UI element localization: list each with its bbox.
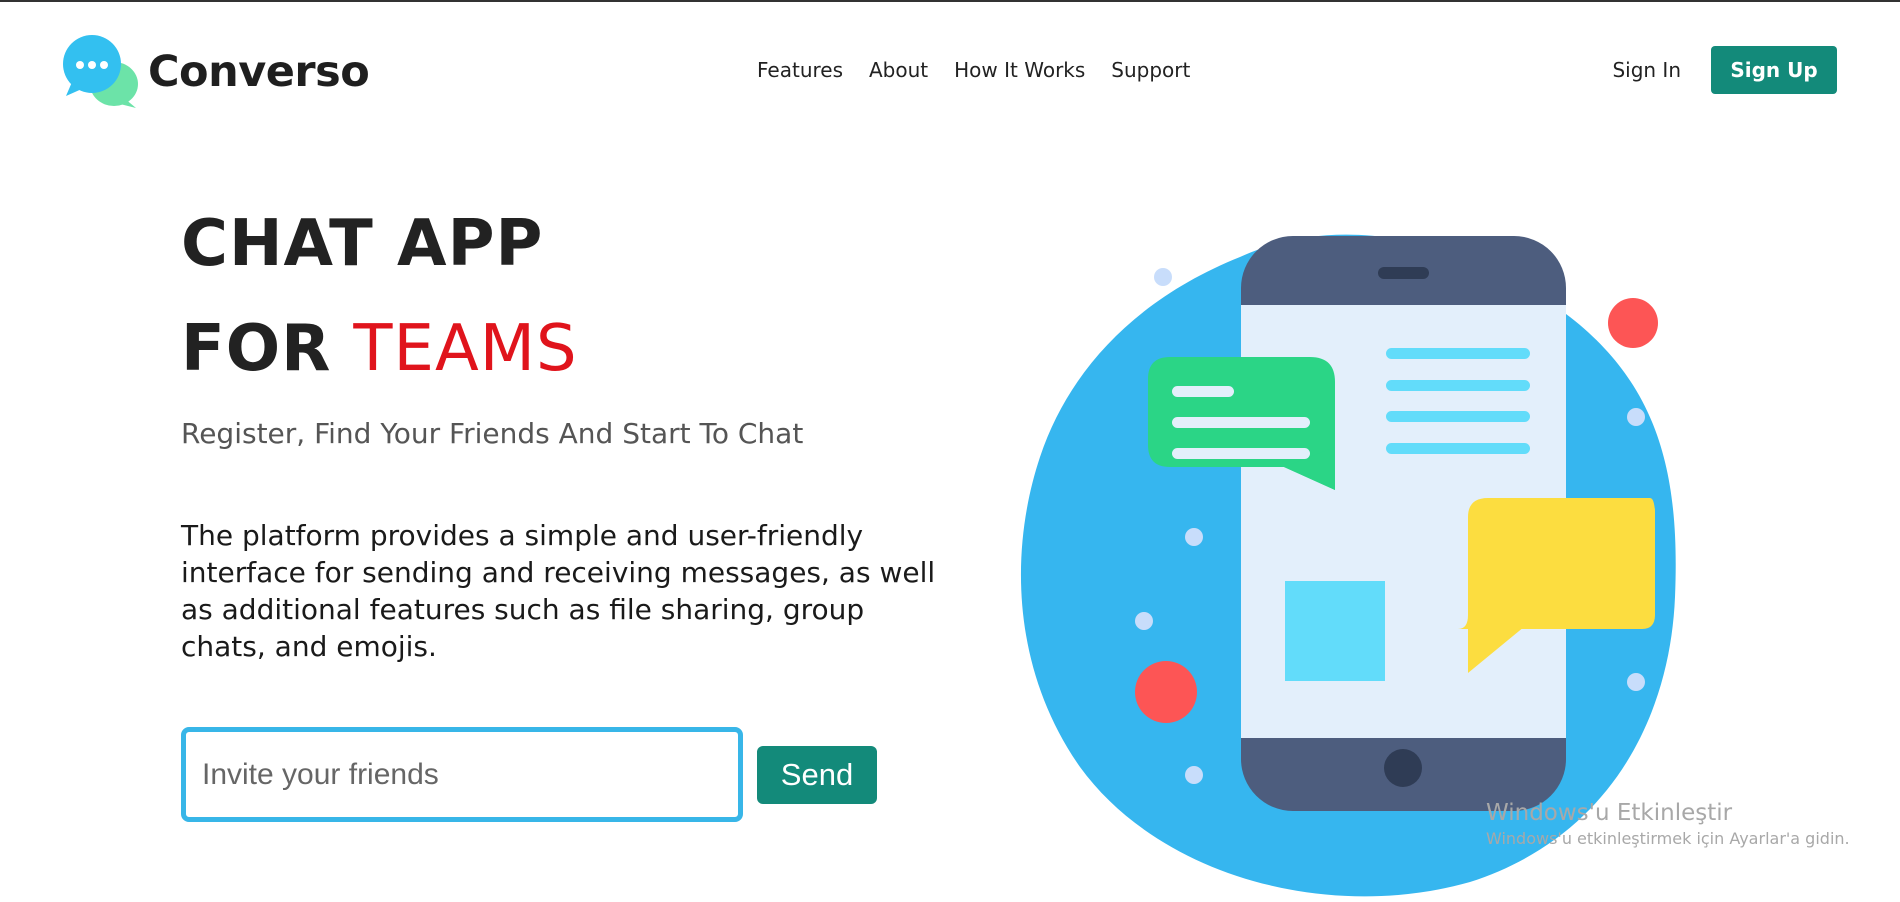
hero-title-prefix: FOR [181, 312, 332, 386]
hero-title-accent: TEAMS [353, 312, 578, 386]
sign-up-button[interactable]: Sign Up [1711, 46, 1837, 94]
hero-title-line2: FOR TEAMS [181, 317, 578, 381]
image-tile [1285, 581, 1385, 681]
watermark-title: Windows'u Etkinleştir [1486, 800, 1733, 826]
site-header: Converso Features About How It Works Sup… [0, 2, 1900, 142]
auth-actions: Sign In Sign Up [1612, 46, 1837, 94]
hero-subtitle: Register, Find Your Friends And Start To… [181, 417, 804, 450]
red-dot [1608, 298, 1658, 348]
chat-bubbles-logo-icon [62, 34, 138, 110]
send-button[interactable]: Send [757, 745, 877, 804]
sign-in-link[interactable]: Sign In [1612, 58, 1681, 82]
decor-dot [1185, 528, 1203, 546]
main-nav: Features About How It Works Support [757, 58, 1190, 82]
hero-description: The platform provides a simple and user-… [181, 519, 936, 663]
decor-dot [1135, 612, 1153, 630]
decor-dot [1185, 766, 1203, 784]
message-line [1386, 443, 1530, 454]
phone-home-button [1384, 749, 1422, 787]
decor-dot [1627, 408, 1645, 426]
hero-title-line1: CHAT APP [181, 207, 544, 281]
windows-activation-watermark: Windows'u Etkinleştir Windows'u etkinleş… [1486, 799, 1850, 851]
brand[interactable]: Converso [62, 34, 370, 110]
nav-item-features[interactable]: Features [757, 58, 843, 82]
phone-speaker [1378, 267, 1429, 279]
red-dot [1135, 661, 1197, 723]
message-line [1386, 348, 1530, 359]
invite-form: Send [181, 727, 877, 822]
message-line [1386, 411, 1530, 422]
decor-dot [1154, 268, 1172, 286]
decor-dot [1627, 673, 1645, 691]
nav-item-support[interactable]: Support [1111, 58, 1190, 82]
brand-name: Converso [148, 47, 370, 97]
nav-item-about[interactable]: About [869, 58, 928, 82]
nav-item-how-it-works[interactable]: How It Works [954, 58, 1085, 82]
message-line [1386, 380, 1530, 391]
watermark-subtitle: Windows'u etkinleştirmek için Ayarlar'a … [1486, 829, 1850, 848]
invite-input[interactable] [181, 727, 743, 822]
